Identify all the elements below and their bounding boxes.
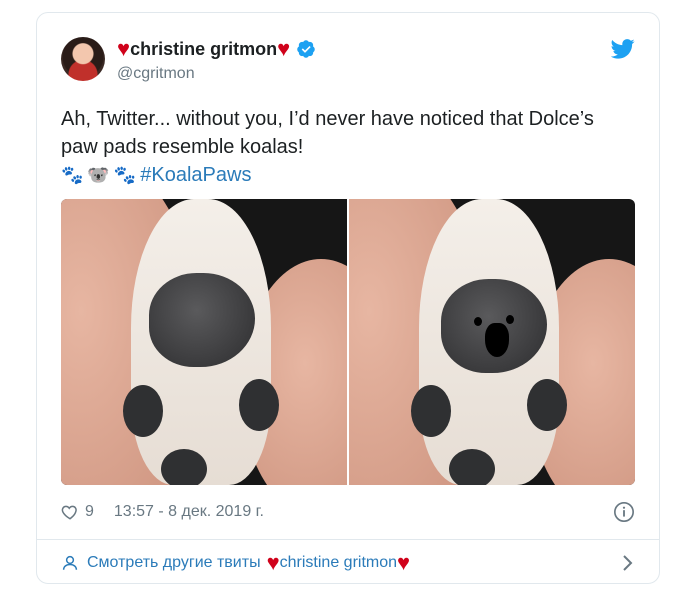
heart-emoji-left: ♥ xyxy=(117,36,131,61)
tweet-header: ♥ christine gritmon ♥ @cgritmon xyxy=(61,37,635,89)
paw-photo-right[interactable] xyxy=(349,199,635,485)
more-tweets-link[interactable]: Смотреть другие твиты ♥ christine gritmo… xyxy=(37,539,659,585)
author-info[interactable]: ♥ christine gritmon ♥ @cgritmon xyxy=(117,37,316,83)
koala-eye xyxy=(506,315,514,324)
paw-toe-pad xyxy=(123,385,163,437)
paw-toe-pad xyxy=(239,379,279,431)
more-tweets-name: christine gritmon xyxy=(279,553,398,571)
more-tweets-label: Смотреть другие твиты xyxy=(87,553,261,571)
paw-prints-emoji: 🐾 xyxy=(61,165,84,185)
handle: @cgritmon xyxy=(117,65,195,82)
paw-prints-emoji: 🐾 xyxy=(113,165,137,185)
tweet-text-line1: Ah, Twitter... without you, I’d never ha… xyxy=(61,108,594,130)
like-count[interactable]: 9 xyxy=(85,503,94,521)
koala-nose xyxy=(485,323,509,357)
paw-toe-pad xyxy=(161,449,207,485)
tweet-media xyxy=(61,199,635,485)
chevron-right-icon xyxy=(623,555,633,571)
heart-emoji-right: ♥ xyxy=(277,36,291,61)
koala-eye xyxy=(474,317,482,326)
twitter-bird-icon[interactable] xyxy=(611,39,635,59)
emoji-line: 🐾 🐨 🐾 #KoalaPaws xyxy=(61,161,641,189)
paw-photo-left[interactable] xyxy=(61,199,347,485)
info-icon[interactable] xyxy=(613,501,635,523)
heart-emoji-right: ♥ xyxy=(397,549,411,575)
heart-emoji-left: ♥ xyxy=(266,549,280,575)
display-name-text: christine gritmon xyxy=(130,38,278,59)
verified-icon xyxy=(297,40,315,58)
tweet-timestamp[interactable]: 13:57 - 8 дек. 2019 г. xyxy=(114,503,264,521)
tweet-meta: 9 13:57 - 8 дек. 2019 г. xyxy=(61,501,635,523)
tweet-text-line2: paw pads resemble koalas! xyxy=(61,136,304,158)
paw-toe-pad xyxy=(527,379,567,431)
koala-emoji: 🐨 xyxy=(87,165,110,185)
tweet-card: ♥ christine gritmon ♥ @cgritmon Ah, Twit… xyxy=(36,12,660,584)
tweet-text: Ah, Twitter... without you, I’d never ha… xyxy=(61,105,641,189)
hashtag-link[interactable]: #KoalaPaws xyxy=(140,161,251,189)
paw-toe-pad xyxy=(411,385,451,437)
user-icon xyxy=(62,555,78,570)
avatar[interactable] xyxy=(61,37,105,81)
heart-outline-icon[interactable] xyxy=(61,503,79,521)
display-name[interactable]: ♥ christine gritmon ♥ xyxy=(117,37,316,61)
paw-toe-pad xyxy=(449,449,495,485)
